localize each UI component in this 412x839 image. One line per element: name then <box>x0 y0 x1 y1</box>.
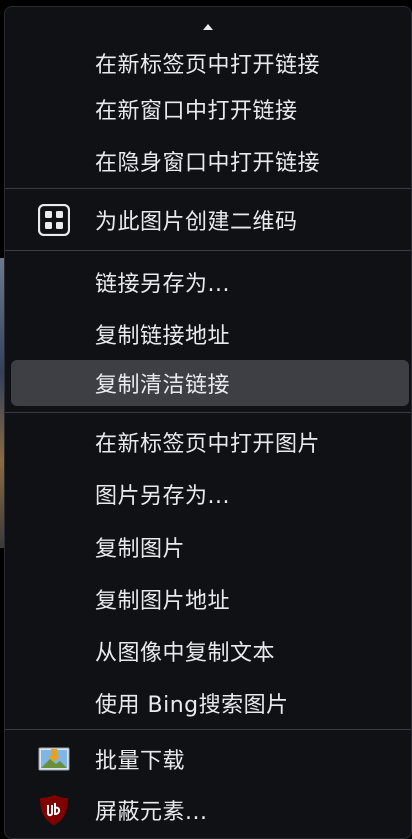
ublock-shield-icon <box>37 793 71 827</box>
menu-item-open-link-incognito[interactable]: 在隐身窗口中打开链接 <box>11 138 409 184</box>
menu-item-copy-link-address[interactable]: 复制链接地址 <box>11 311 409 357</box>
menu-item-save-link-as[interactable]: 链接另存为... <box>11 259 409 305</box>
menu-separator <box>5 188 411 189</box>
menu-item-block-element[interactable]: 屏蔽元素... <box>11 787 409 833</box>
menu-item-label: 复制图片地址 <box>95 589 231 614</box>
menu-item-search-image-bing[interactable]: 使用 Bing搜索图片 <box>11 680 409 726</box>
menu-item-label: 为此图片创建二维码 <box>95 210 298 235</box>
menu-item-copy-image-address[interactable]: 复制图片地址 <box>11 576 409 622</box>
menu-item-label: 复制图片 <box>95 537 186 562</box>
menu-item-copy-image[interactable]: 复制图片 <box>11 524 409 570</box>
menu-item-label: 图片另存为... <box>95 484 230 509</box>
image-download-icon <box>37 742 71 776</box>
menu-item-open-link-new-window[interactable]: 在新窗口中打开链接 <box>11 86 409 132</box>
menu-item-label: 批量下载 <box>95 749 186 774</box>
menu-item-label: 从图像中复制文本 <box>95 641 276 666</box>
context-menu: 在新标签页中打开链接 在新窗口中打开链接 在隐身窗口中打开链接 为此图片创建二维… <box>4 6 412 839</box>
menu-item-label: 在新标签页中打开图片 <box>95 432 321 457</box>
menu-item-open-image-new-tab[interactable]: 在新标签页中打开图片 <box>11 419 409 465</box>
menu-item-label: 屏蔽元素... <box>95 800 208 825</box>
scroll-up-arrow[interactable] <box>5 7 411 47</box>
menu-item-label: 在新窗口中打开链接 <box>95 99 298 124</box>
menu-separator <box>5 729 411 730</box>
menu-item-copy-text-from-image[interactable]: 从图像中复制文本 <box>11 628 409 674</box>
menu-item-save-image-as[interactable]: 图片另存为... <box>11 471 409 517</box>
menu-item-label: 复制清洁链接 <box>95 373 231 398</box>
menu-item-copy-clean-link[interactable]: 复制清洁链接 <box>11 360 409 406</box>
menu-item-label: 使用 Bing搜索图片 <box>95 693 289 718</box>
menu-item-create-qr-code[interactable]: 为此图片创建二维码 <box>11 197 409 243</box>
menu-item-label: 在隐身窗口中打开链接 <box>95 151 321 176</box>
menu-separator <box>5 250 411 251</box>
qr-code-icon <box>37 203 71 237</box>
chevron-up-icon <box>203 24 213 30</box>
menu-item-label: 在新标签页中打开链接 <box>95 53 321 78</box>
menu-item-label: 链接另存为... <box>95 272 230 297</box>
menu-separator <box>5 412 411 413</box>
menu-item-label: 复制链接地址 <box>95 324 231 349</box>
menu-item-batch-download[interactable]: 批量下载 <box>11 736 409 782</box>
